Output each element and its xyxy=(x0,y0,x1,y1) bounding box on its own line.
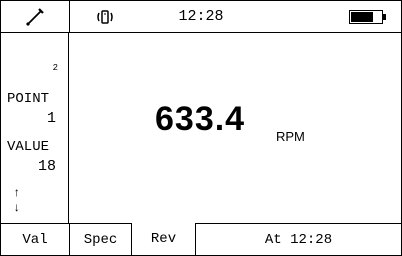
tab-at-time[interactable]: At 12:28 xyxy=(195,224,401,255)
index-number: 2 xyxy=(52,63,58,73)
bottom-tabs: Val Spec Rev At 12:28 xyxy=(1,223,401,255)
left-panel: 2 POINT 1 VALUE 18 ↑ ↓ xyxy=(1,33,69,223)
probe-icon xyxy=(1,1,69,32)
up-arrow-icon[interactable]: ↑ xyxy=(13,186,20,200)
vibration-icon xyxy=(70,1,140,32)
tab-rev[interactable]: Rev xyxy=(131,223,195,255)
battery-fill xyxy=(351,12,373,22)
battery-icon xyxy=(349,10,383,24)
reading-area: 633.4 RPM xyxy=(70,33,401,223)
device-screen: 12:28 2 POINT 1 VALUE 18 ↑ ↓ 633.4 RPM V… xyxy=(0,0,402,256)
point-label: POINT xyxy=(7,91,50,107)
value-label: VALUE xyxy=(7,139,50,155)
point-value: 1 xyxy=(46,110,56,127)
value-value: 18 xyxy=(37,158,56,175)
tab-spec[interactable]: Spec xyxy=(69,224,131,255)
tab-val[interactable]: Val xyxy=(1,224,69,255)
clock: 12:28 xyxy=(178,8,224,25)
unit-label: RPM xyxy=(276,129,305,144)
battery-tip xyxy=(383,14,386,20)
status-bar: 12:28 xyxy=(1,1,401,33)
down-arrow-icon[interactable]: ↓ xyxy=(13,201,20,215)
rpm-reading: 633.4 xyxy=(155,100,246,138)
